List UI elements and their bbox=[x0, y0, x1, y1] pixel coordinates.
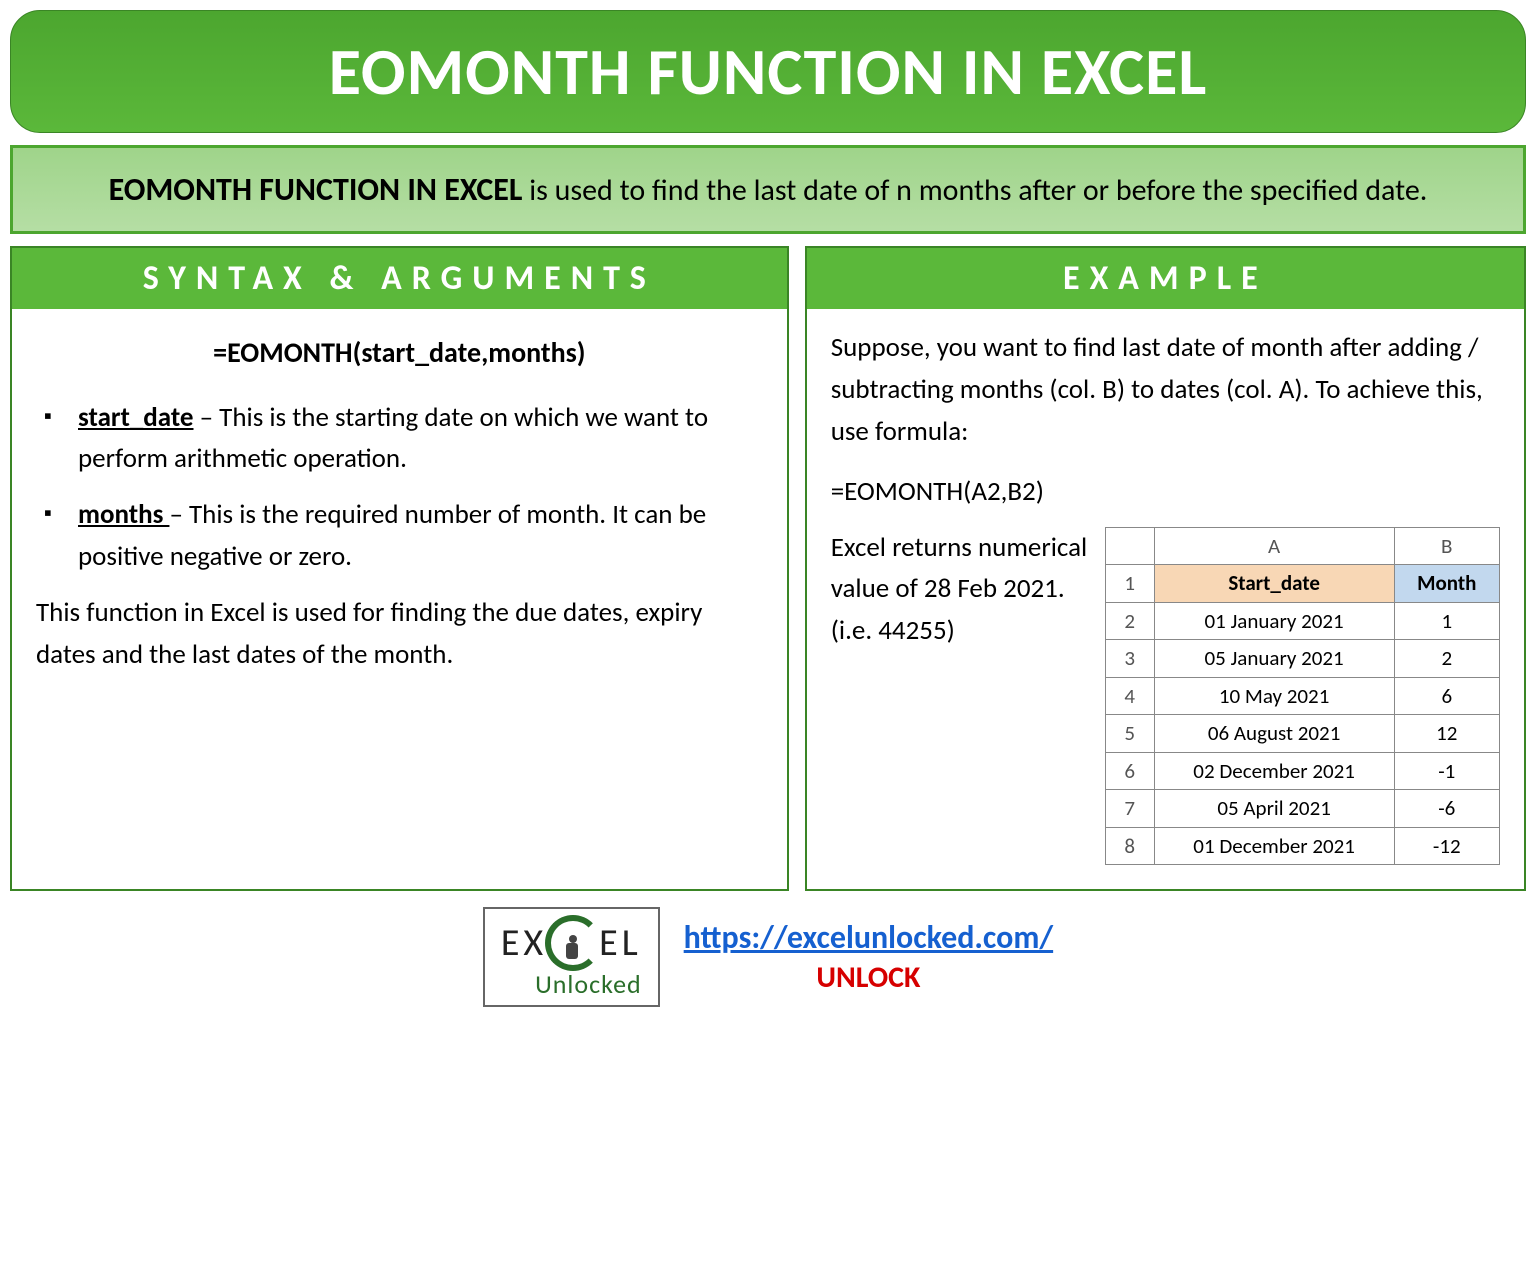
example-intro: Suppose, you want to find last date of m… bbox=[831, 327, 1500, 453]
cell-a: 06 August 2021 bbox=[1154, 715, 1394, 753]
table-row: 7 05 April 2021 -6 bbox=[1105, 790, 1499, 828]
table-row: 1 Start_date Month bbox=[1105, 565, 1499, 603]
cell-b: -1 bbox=[1394, 752, 1499, 790]
table-row: 3 05 January 2021 2 bbox=[1105, 640, 1499, 678]
footer-unlock: UNLOCK bbox=[684, 959, 1053, 996]
footer-links: https://excelunlocked.com/ UNLOCK bbox=[684, 918, 1053, 996]
table-col-row: A B bbox=[1105, 527, 1499, 565]
columns: SYNTAX & ARGUMENTS =EOMONTH(start_date,m… bbox=[10, 246, 1526, 891]
page-title: EOMONTH FUNCTION IN EXCEL bbox=[51, 31, 1485, 112]
row-num: 8 bbox=[1105, 827, 1154, 865]
cell-b: -6 bbox=[1394, 790, 1499, 828]
cell-a: 05 January 2021 bbox=[1154, 640, 1394, 678]
row-num: 2 bbox=[1105, 602, 1154, 640]
row-num: 4 bbox=[1105, 677, 1154, 715]
intro-box: EOMONTH FUNCTION IN EXCEL is used to fin… bbox=[10, 145, 1526, 234]
logo-ex: EX bbox=[501, 924, 547, 964]
hdr-start-date: Start_date bbox=[1154, 565, 1394, 603]
logo-line1: EX EL bbox=[501, 915, 642, 971]
cell-b: 2 bbox=[1394, 640, 1499, 678]
example-body: Suppose, you want to find last date of m… bbox=[807, 309, 1524, 889]
table-corner bbox=[1105, 527, 1154, 565]
example-formula: =EOMONTH(A2,B2) bbox=[831, 471, 1500, 513]
cell-a: 10 May 2021 bbox=[1154, 677, 1394, 715]
intro-strong: EOMONTH FUNCTION IN EXCEL bbox=[109, 170, 523, 209]
cell-b: 1 bbox=[1394, 602, 1499, 640]
cell-a: 01 December 2021 bbox=[1154, 827, 1394, 865]
syntax-panel: SYNTAX & ARGUMENTS =EOMONTH(start_date,m… bbox=[10, 246, 789, 891]
example-table: A B 1 Start_date Month 2 01 January 2021… bbox=[1105, 527, 1500, 866]
arg-months: months – This is the required number of … bbox=[44, 494, 763, 578]
table-row: 8 01 December 2021 -12 bbox=[1105, 827, 1499, 865]
cell-b: 6 bbox=[1394, 677, 1499, 715]
row-num: 3 bbox=[1105, 640, 1154, 678]
table-row: 2 01 January 2021 1 bbox=[1105, 602, 1499, 640]
cell-a: 05 April 2021 bbox=[1154, 790, 1394, 828]
syntax-formula: =EOMONTH(start_date,months) bbox=[36, 331, 763, 374]
example-panel: EXAMPLE Suppose, you want to find last d… bbox=[805, 246, 1526, 891]
title-banner: EOMONTH FUNCTION IN EXCEL bbox=[10, 10, 1526, 133]
table-row: 6 02 December 2021 -1 bbox=[1105, 752, 1499, 790]
cell-a: 01 January 2021 bbox=[1154, 602, 1394, 640]
logo-c-icon bbox=[545, 915, 601, 971]
key-icon bbox=[566, 943, 578, 959]
syntax-note: This function in Excel is used for findi… bbox=[36, 592, 763, 676]
logo: EX EL Unlocked bbox=[483, 907, 660, 1006]
col-b: B bbox=[1394, 527, 1499, 565]
example-heading: EXAMPLE bbox=[807, 248, 1524, 309]
argument-list: start_date – This is the starting date o… bbox=[36, 397, 763, 578]
table-row: 5 06 August 2021 12 bbox=[1105, 715, 1499, 753]
arg-name: months bbox=[78, 498, 169, 531]
arg-desc: – This is the required number of month. … bbox=[78, 498, 706, 573]
keyhole-icon bbox=[569, 935, 577, 943]
example-row: Excel returns numerical value of 28 Feb … bbox=[831, 527, 1500, 866]
row-num: 6 bbox=[1105, 752, 1154, 790]
row-num: 5 bbox=[1105, 715, 1154, 753]
example-result: Excel returns numerical value of 28 Feb … bbox=[831, 527, 1091, 653]
row-num: 1 bbox=[1105, 565, 1154, 603]
row-num: 7 bbox=[1105, 790, 1154, 828]
arg-name: start_date bbox=[78, 401, 194, 434]
syntax-heading: SYNTAX & ARGUMENTS bbox=[12, 248, 787, 309]
footer-url[interactable]: https://excelunlocked.com/ bbox=[684, 918, 1053, 957]
footer: EX EL Unlocked https://excelunlocked.com… bbox=[10, 907, 1526, 1006]
syntax-body: =EOMONTH(start_date,months) start_date –… bbox=[12, 309, 787, 699]
cell-b: -12 bbox=[1394, 827, 1499, 865]
table-row: 4 10 May 2021 6 bbox=[1105, 677, 1499, 715]
cell-a: 02 December 2021 bbox=[1154, 752, 1394, 790]
intro-text: is used to find the last date of n month… bbox=[522, 172, 1427, 209]
arg-start-date: start_date – This is the starting date o… bbox=[44, 397, 763, 481]
cell-b: 12 bbox=[1394, 715, 1499, 753]
hdr-month: Month bbox=[1394, 565, 1499, 603]
logo-el: EL bbox=[599, 924, 642, 964]
col-a: A bbox=[1154, 527, 1394, 565]
logo-line2: Unlocked bbox=[501, 971, 642, 998]
